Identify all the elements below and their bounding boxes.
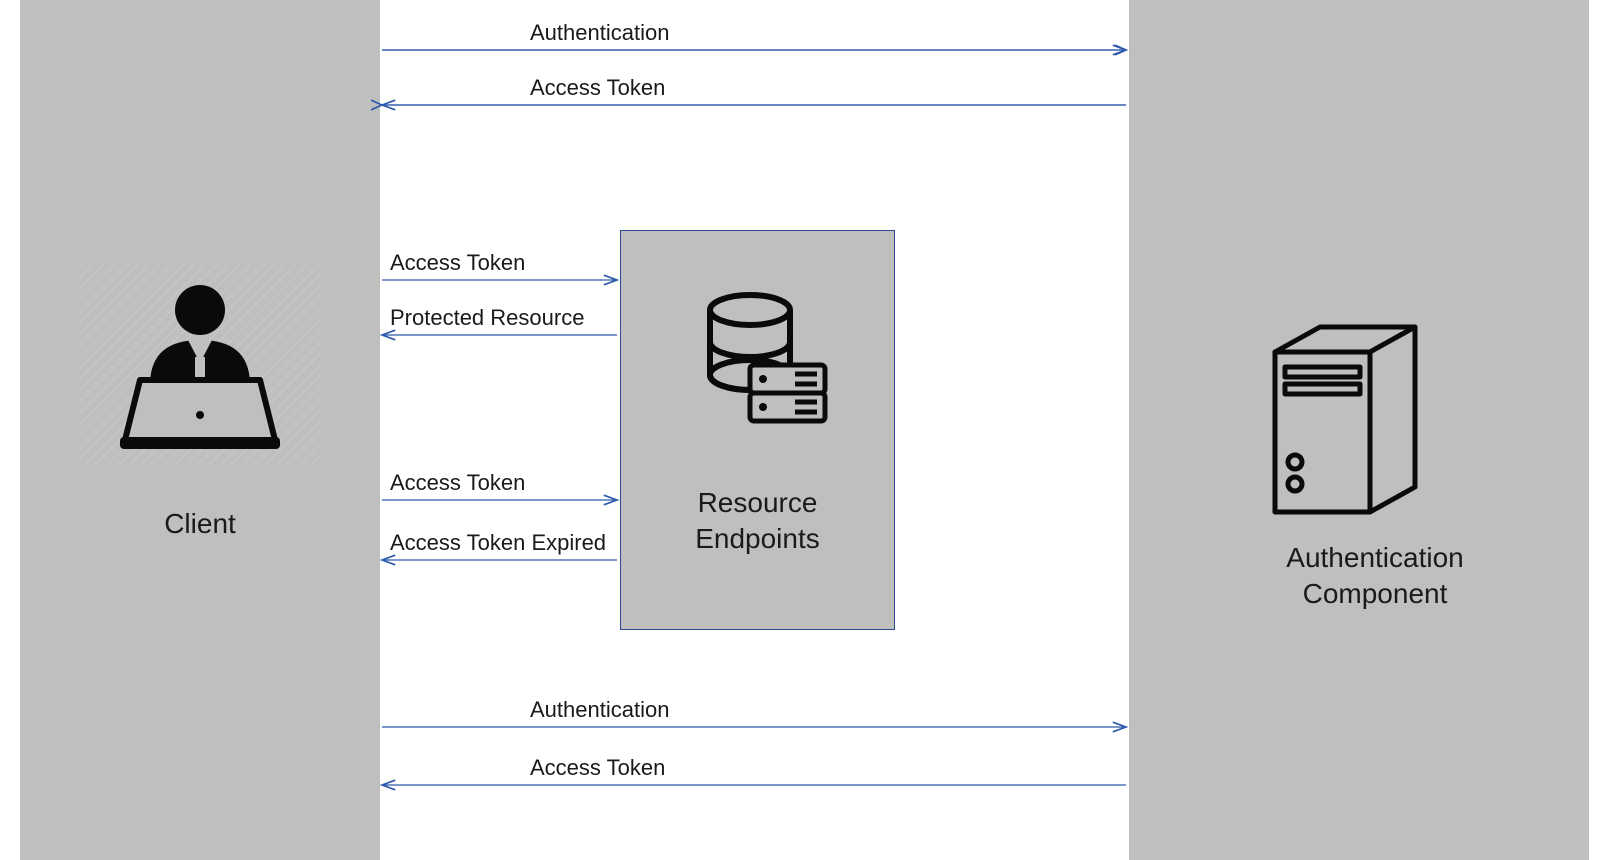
msg-res2-resp: Access Token Expired — [390, 530, 606, 556]
msg-auth2-resp: Access Token — [530, 755, 665, 781]
auth-label-line1: Authentication — [1286, 542, 1463, 573]
msg-res2-req: Access Token — [390, 470, 525, 496]
msg-auth1-resp: Access Token — [530, 75, 665, 101]
auth-component-label: Authentication Component — [1205, 540, 1545, 613]
resource-label-line2: Endpoints — [695, 523, 820, 554]
auth-label-line2: Component — [1303, 578, 1448, 609]
resource-endpoints-label: Resource Endpoints — [640, 485, 875, 558]
database-server-icon — [695, 290, 830, 435]
user-laptop-icon — [80, 265, 320, 465]
msg-auth2-req: Authentication — [530, 697, 669, 723]
msg-auth1-req: Authentication — [530, 20, 669, 46]
msg-res1-req: Access Token — [390, 250, 525, 276]
resource-label-line1: Resource — [698, 487, 818, 518]
server-tower-icon — [1265, 322, 1440, 527]
msg-res1-resp: Protected Resource — [390, 305, 584, 331]
client-label: Client — [120, 508, 280, 540]
